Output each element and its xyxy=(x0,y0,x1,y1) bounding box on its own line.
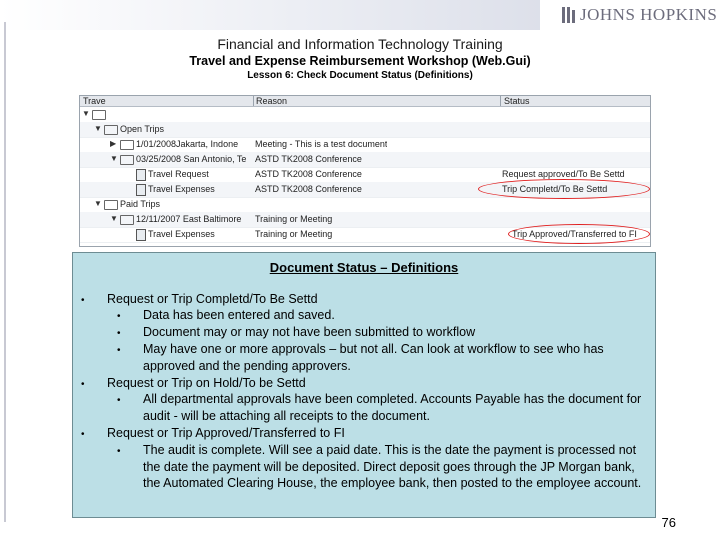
tree-node-label: Travel Expenses xyxy=(148,229,215,239)
lesson-title: Lesson 6: Check Document Status (Definit… xyxy=(247,70,473,81)
folder-icon xyxy=(120,139,134,150)
top-bar: JOHNS HOPKINS xyxy=(0,0,720,30)
folder-icon xyxy=(104,124,118,135)
reason-cell: Meeting - This is a test document xyxy=(255,139,388,149)
tree-row-trip[interactable]: ▶ 1/01/2008Jakarta, Indone Meeting - Thi… xyxy=(80,137,650,153)
left-rule xyxy=(4,22,6,522)
page-subtitle: Travel and Expense Reimbursement Worksho… xyxy=(189,54,531,68)
tree-row-trip[interactable]: ▼ 03/25/2008 San Antonio, Te ASTD TK2008… xyxy=(80,152,650,168)
tree-node-label: Open Trips xyxy=(120,124,165,134)
tree-node-label: 1/01/2008Jakarta, Indone xyxy=(136,139,239,149)
folder-icon xyxy=(104,199,118,210)
definitions-box: Document Status – Definitions • Request … xyxy=(72,252,656,518)
document-icon xyxy=(136,169,146,181)
expand-icon[interactable]: ▼ xyxy=(110,154,118,163)
expand-icon[interactable]: ▼ xyxy=(110,214,118,223)
sub-bullet-icon: • xyxy=(117,395,121,406)
sub-bullet-icon: • xyxy=(117,345,121,356)
document-icon xyxy=(136,184,146,196)
jhu-logo: JOHNS HOPKINS xyxy=(540,0,720,30)
reason-cell: Training or Meeting xyxy=(255,214,333,224)
tree-node-label: Travel Expenses xyxy=(148,184,215,194)
definitions-title: Document Status – Definitions xyxy=(269,260,459,275)
folder-icon xyxy=(120,214,134,225)
tree-node-label: 12/11/2007 East Baltimore xyxy=(136,214,242,224)
status-point: Document may or may not have been submit… xyxy=(143,325,476,339)
tree-header: Trave Reason Status xyxy=(80,96,650,107)
column-status[interactable]: Status xyxy=(504,96,530,106)
tree-node-label: Travel Request xyxy=(148,169,209,179)
page-title: Financial and Information Technology Tra… xyxy=(217,36,503,52)
column-reason[interactable]: Reason xyxy=(256,96,287,106)
top-bar-gradient xyxy=(0,0,540,30)
highlight-circle xyxy=(508,224,650,244)
status-heading: Request or Trip Completd/To Be Settd xyxy=(107,292,318,306)
folder-icon xyxy=(92,109,106,120)
column-travel[interactable]: Trave xyxy=(83,96,106,106)
bullet-icon: • xyxy=(81,429,85,440)
highlight-circle xyxy=(478,179,650,199)
sub-bullet-icon: • xyxy=(117,328,121,339)
brand-name: JOHNS HOPKINS xyxy=(580,5,718,24)
tree-row-root[interactable]: ▼ xyxy=(80,107,650,123)
reason-cell: Training or Meeting xyxy=(255,229,333,239)
tree-node-label: Paid Trips xyxy=(120,199,161,209)
sub-bullet-icon: • xyxy=(117,446,121,457)
reason-cell: ASTD TK2008 Conference xyxy=(255,184,362,194)
status-point: All departmental approvals have been com… xyxy=(143,392,642,423)
expand-icon[interactable]: ▼ xyxy=(82,109,90,118)
status-heading: Request or Trip Approved/Transferred to … xyxy=(107,426,345,440)
bullet-icon: • xyxy=(81,295,85,306)
tree-row-paid-trips[interactable]: ▼ Paid Trips xyxy=(80,197,650,213)
bullet-icon: • xyxy=(81,379,85,390)
expand-icon[interactable]: ▼ xyxy=(94,124,102,133)
page-number: 76 xyxy=(661,515,676,530)
trip-tree-table: Trave Reason Status ▼ ▼ Open Trips ▶ 1/0… xyxy=(79,95,651,247)
expand-icon[interactable]: ▼ xyxy=(94,199,102,208)
status-cell: Request approved/To Be Settd xyxy=(502,169,625,179)
reason-cell: ASTD TK2008 Conference xyxy=(255,154,362,164)
tree-row-open-trips[interactable]: ▼ Open Trips xyxy=(80,122,650,138)
sub-bullet-icon: • xyxy=(117,311,121,322)
collapse-icon[interactable]: ▶ xyxy=(110,139,116,148)
reason-cell: ASTD TK2008 Conference xyxy=(255,169,362,179)
status-point: Data has been entered and saved. xyxy=(143,308,335,322)
folder-icon xyxy=(120,154,134,165)
tree-node-label: 03/25/2008 San Antonio, Te xyxy=(136,154,247,164)
document-icon xyxy=(136,229,146,241)
status-point: The audit is complete. Will see a paid d… xyxy=(143,443,642,490)
status-heading: Request or Trip on Hold/To be Settd xyxy=(107,376,306,390)
jhu-shield-icon xyxy=(562,7,575,23)
status-point: May have one or more approvals – but not… xyxy=(143,342,604,373)
